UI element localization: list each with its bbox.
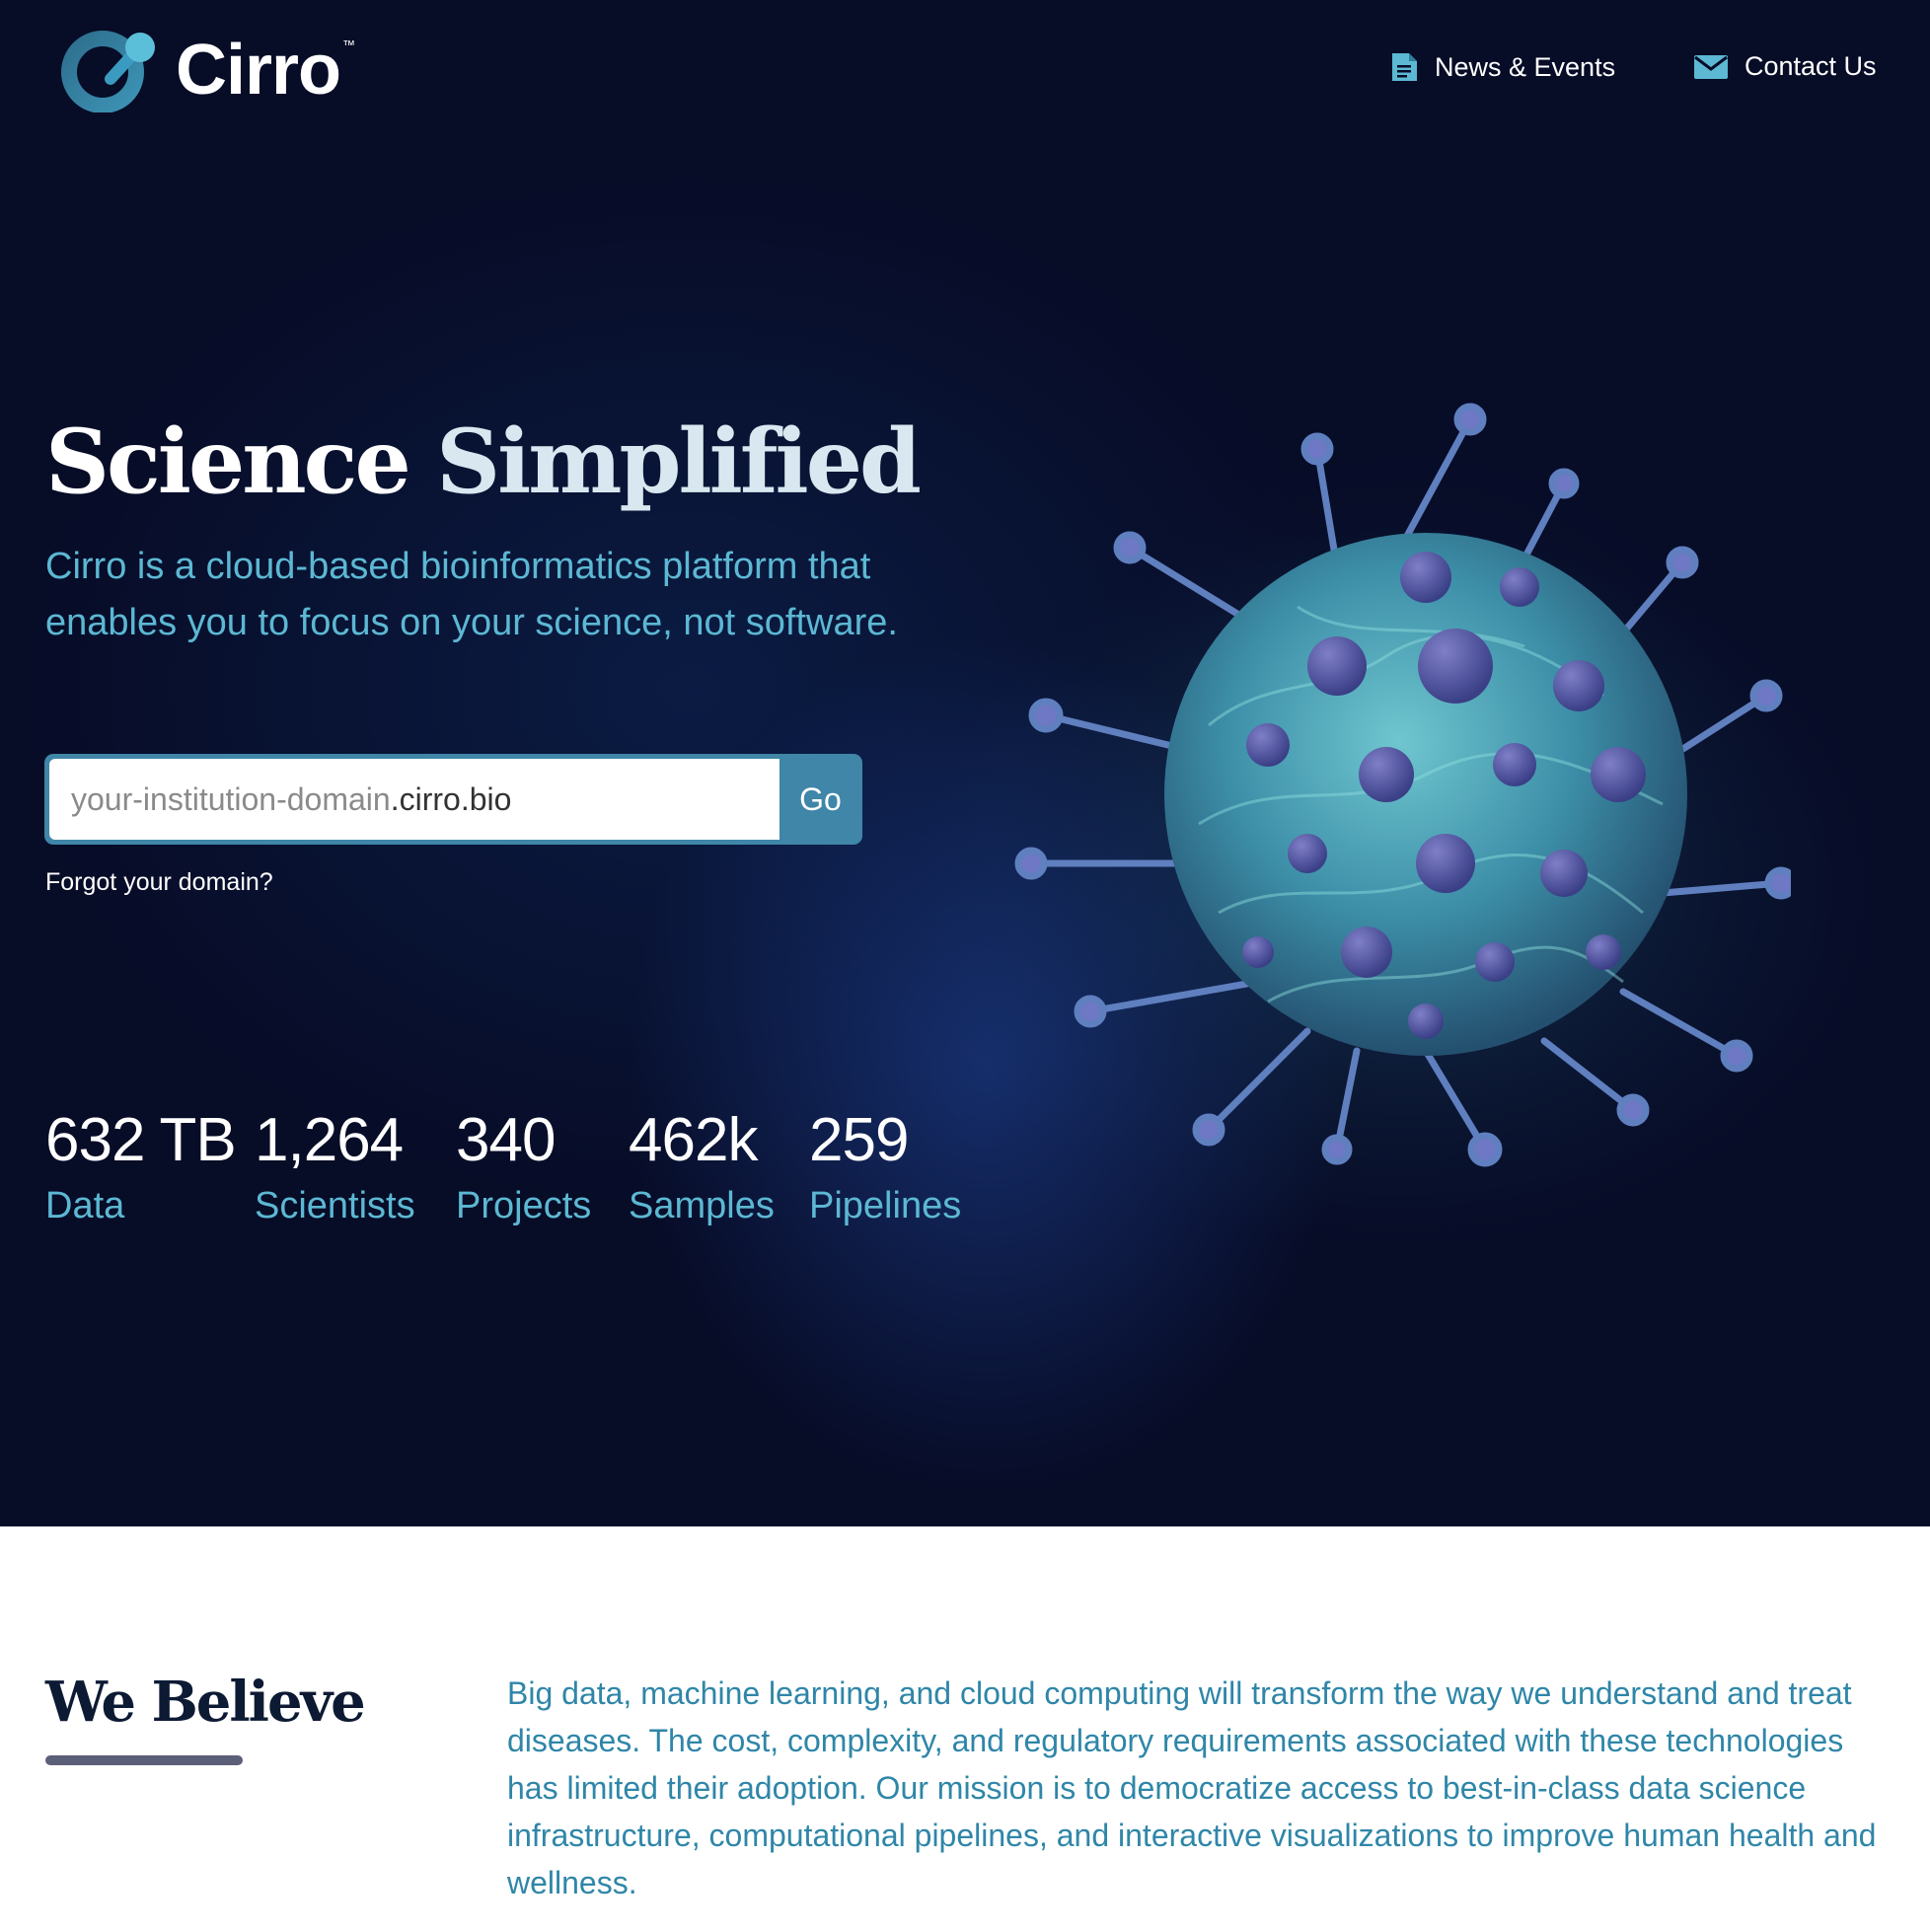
stat-value: 462k: [629, 1106, 758, 1174]
hero-section: Cirro ™ News & Events Contact Us Science…: [0, 0, 1930, 1526]
stat-data: 632 TB Data: [45, 1105, 237, 1227]
stat-label: Samples: [629, 1185, 775, 1226]
cirro-logo-icon: [61, 31, 155, 112]
we-believe-heading: We Believe: [45, 1670, 366, 1735]
cirro-logo[interactable]: Cirro ™: [59, 28, 355, 112]
document-icon: [1392, 53, 1417, 81]
we-believe-text: Big data, machine learning, and cloud co…: [507, 1675, 1877, 1900]
logo-wordmark: Cirro: [176, 31, 341, 110]
stat-value: 340: [456, 1106, 556, 1174]
stat-label: Data: [45, 1185, 125, 1226]
cell-illustration: [1011, 403, 1791, 1209]
title-word-science: Science: [45, 409, 411, 514]
heading-underline: [45, 1755, 243, 1765]
domain-form: your-institution-domain .cirro.bio Go: [45, 755, 861, 844]
stat-label: Projects: [456, 1185, 592, 1226]
nav-news-events[interactable]: News & Events: [1389, 51, 1615, 83]
title-word-simplified: Simplified: [436, 409, 922, 514]
logo-trademark: ™: [342, 37, 356, 52]
domain-placeholder: your-institution-domain: [71, 780, 391, 817]
domain-input[interactable]: your-institution-domain .cirro.bio: [49, 759, 779, 840]
stat-pipelines: 259 Pipelines: [809, 1105, 961, 1227]
stat-label: Scientists: [255, 1185, 415, 1226]
nav-news-label: News & Events: [1435, 51, 1616, 82]
hero-intro: Cirro is a cloud-based bioinformatics pl…: [45, 546, 898, 643]
envelope-icon: [1694, 54, 1728, 79]
stat-value: 632 TB: [45, 1106, 237, 1174]
forgot-domain-link[interactable]: Forgot your domain?: [45, 868, 273, 897]
stat-scientists: 1,264 Scientists: [255, 1105, 415, 1227]
nav-contact-us[interactable]: Contact Us: [1693, 51, 1877, 82]
we-believe-section: We Believe Big data, machine learning, a…: [0, 1526, 1930, 1932]
stat-value: 259: [809, 1106, 909, 1174]
nav-contact-label: Contact Us: [1744, 51, 1877, 81]
stat-samples: 462k Samples: [629, 1105, 775, 1227]
stat-value: 1,264: [255, 1106, 404, 1174]
domain-suffix: .cirro.bio: [390, 780, 512, 817]
stat-projects: 340 Projects: [456, 1105, 591, 1227]
page-title: Science Simplified: [45, 409, 922, 514]
stat-label: Pipelines: [809, 1185, 962, 1226]
go-button[interactable]: Go: [779, 755, 861, 844]
